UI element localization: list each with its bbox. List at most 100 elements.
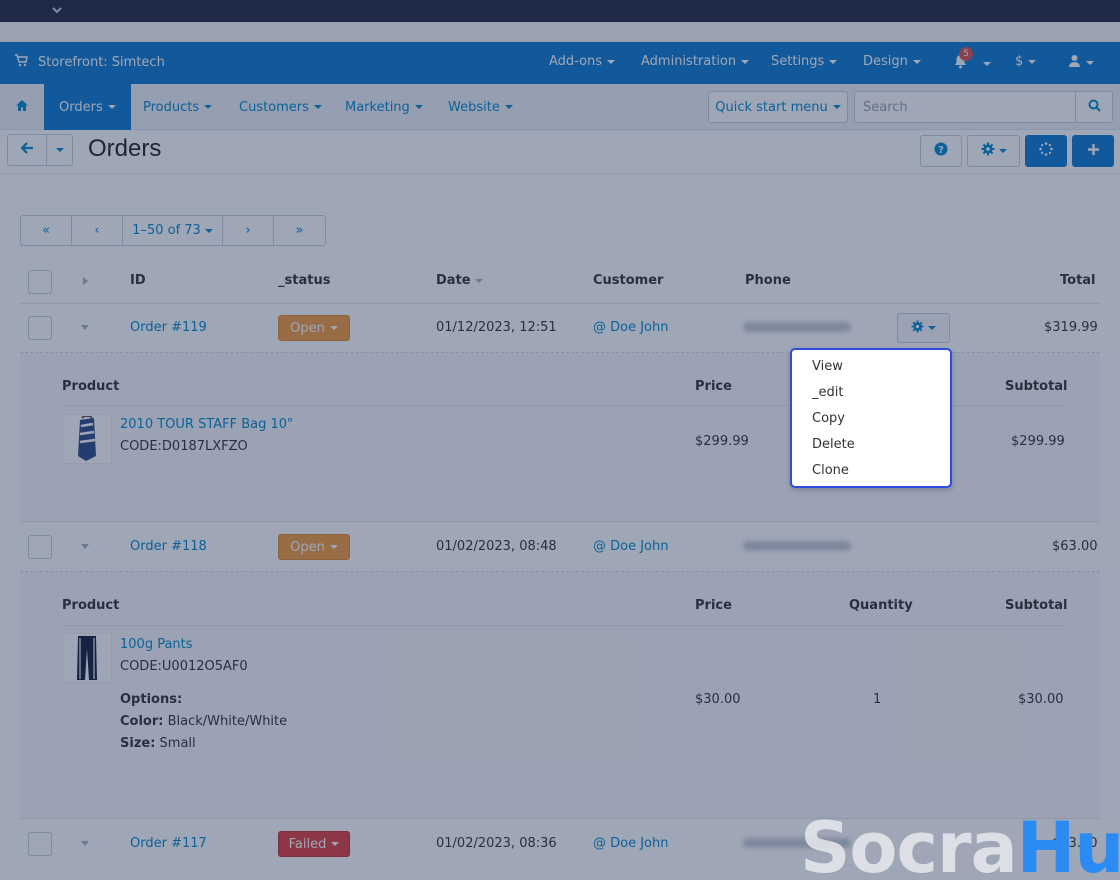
nav-website[interactable]: Website bbox=[433, 84, 528, 130]
quick-start-label: Quick start menu bbox=[715, 99, 828, 115]
caret-icon bbox=[912, 59, 921, 64]
caret-icon bbox=[504, 105, 513, 109]
currency-selector[interactable]: $ bbox=[1015, 54, 1037, 69]
menu-item-view[interactable]: View bbox=[792, 354, 950, 380]
menu-design[interactable]: Design bbox=[863, 54, 921, 69]
caret-icon bbox=[829, 59, 838, 64]
order-date: 01/02/2023, 08:36 bbox=[436, 836, 557, 851]
back-history-dropdown[interactable] bbox=[46, 134, 73, 166]
order-id-link[interactable]: Order #117 bbox=[130, 836, 207, 851]
product-price: $30.00 bbox=[695, 692, 741, 707]
cart-icon bbox=[14, 54, 28, 71]
pager-first[interactable]: « bbox=[21, 216, 72, 245]
watermark-logo: SocraHub bbox=[800, 808, 1120, 880]
home-icon bbox=[15, 99, 29, 116]
quick-start-menu-button[interactable]: Quick start menu bbox=[708, 91, 848, 123]
plus-icon bbox=[1087, 143, 1100, 160]
collapse-row-icon[interactable] bbox=[81, 841, 89, 846]
order-id-link[interactable]: Order #118 bbox=[130, 539, 207, 554]
caret-icon bbox=[55, 148, 64, 152]
caret-icon bbox=[107, 105, 116, 109]
row-actions-menu: View _edit Copy Delete Clone bbox=[790, 348, 952, 488]
pager-last[interactable]: » bbox=[274, 216, 325, 245]
pagination: « ‹ 1–50 of 73 › » bbox=[20, 215, 326, 246]
header-date[interactable]: Date bbox=[436, 273, 484, 288]
expand-all-icon[interactable] bbox=[83, 277, 88, 285]
caret-icon bbox=[313, 105, 322, 109]
add-order-button[interactable] bbox=[1072, 135, 1114, 167]
collapse-row-icon[interactable] bbox=[81, 325, 89, 330]
user-menu[interactable] bbox=[1068, 54, 1094, 72]
select-all-checkbox[interactable] bbox=[28, 270, 52, 294]
help-button[interactable]: ? bbox=[920, 135, 962, 167]
row-actions-button[interactable] bbox=[897, 313, 950, 343]
caret-icon bbox=[329, 326, 338, 330]
storefront-selector[interactable]: Storefront: Simtech bbox=[14, 54, 165, 71]
collapse-row-icon[interactable] bbox=[81, 544, 89, 549]
option-color: Color: Black/White/White bbox=[120, 714, 287, 729]
product-price: $299.99 bbox=[695, 434, 749, 449]
settings-dropdown-button[interactable] bbox=[967, 135, 1020, 167]
menu-administration[interactable]: Administration bbox=[641, 54, 750, 69]
product-quantity: 1 bbox=[873, 692, 882, 707]
header-total[interactable]: Total bbox=[1060, 273, 1096, 288]
chevron-down-icon[interactable] bbox=[50, 3, 64, 17]
golf-bag-image bbox=[78, 416, 96, 461]
status-dropdown[interactable]: Open bbox=[278, 534, 350, 560]
menu-item-copy[interactable]: Copy bbox=[792, 406, 950, 432]
row-divider bbox=[20, 521, 1100, 522]
search-button[interactable] bbox=[1075, 91, 1113, 123]
menu-settings[interactable]: Settings bbox=[771, 54, 838, 69]
page-title: Orders bbox=[88, 135, 162, 162]
nav-marketing[interactable]: Marketing bbox=[330, 84, 438, 130]
caret-icon bbox=[204, 228, 213, 233]
spinner-icon bbox=[1039, 142, 1053, 160]
refresh-button[interactable] bbox=[1025, 135, 1067, 167]
customer-link[interactable]: @ Doe John bbox=[593, 320, 669, 335]
watermark-part2: Hub bbox=[1016, 807, 1120, 880]
customer-link[interactable]: @ Doe John bbox=[593, 836, 669, 851]
back-button[interactable] bbox=[7, 134, 47, 166]
menu-add-ons[interactable]: Add-ons bbox=[549, 54, 616, 69]
row-checkbox[interactable] bbox=[28, 535, 52, 559]
pager-next[interactable]: › bbox=[223, 216, 274, 245]
search-icon bbox=[1088, 99, 1101, 116]
menu-item-delete[interactable]: Delete bbox=[792, 432, 950, 458]
row-checkbox[interactable] bbox=[28, 832, 52, 856]
status-dropdown[interactable]: Failed bbox=[278, 831, 350, 857]
caret-icon bbox=[329, 545, 338, 549]
header-id[interactable]: ID bbox=[130, 273, 146, 288]
pager-range[interactable]: 1–50 of 73 bbox=[123, 216, 223, 245]
product-subtotal: $299.99 bbox=[1011, 434, 1065, 449]
caret-icon bbox=[331, 842, 340, 846]
user-icon bbox=[1068, 54, 1081, 72]
product-code: CODE:D0187LXFZO bbox=[120, 439, 248, 454]
header-phone[interactable]: Phone bbox=[745, 273, 791, 288]
header-customer[interactable]: Customer bbox=[593, 273, 663, 288]
nav-customers[interactable]: Customers bbox=[224, 84, 337, 130]
header-status[interactable]: _status bbox=[278, 273, 330, 288]
order-total: $63.00 bbox=[1052, 539, 1098, 554]
nav-orders[interactable]: Orders bbox=[44, 84, 131, 130]
home-button[interactable] bbox=[0, 84, 44, 130]
header-divider bbox=[20, 303, 1100, 304]
caret-icon bbox=[607, 59, 616, 64]
order-id-link[interactable]: Order #119 bbox=[130, 320, 207, 335]
details-header-quantity: Quantity bbox=[849, 598, 913, 613]
search-input[interactable] bbox=[854, 91, 1076, 123]
gear-icon bbox=[981, 142, 995, 160]
status-dropdown[interactable]: Open bbox=[278, 315, 350, 341]
product-link[interactable]: 2010 TOUR STAFF Bag 10" bbox=[120, 417, 293, 432]
menu-item-edit[interactable]: _edit bbox=[792, 380, 950, 406]
caret-icon bbox=[414, 105, 423, 109]
pager-prev[interactable]: ‹ bbox=[72, 216, 123, 245]
product-link[interactable]: 100g Pants bbox=[120, 637, 193, 652]
details-header-subtotal: Subtotal bbox=[1005, 598, 1068, 613]
product-thumbnail bbox=[62, 414, 112, 464]
customer-link[interactable]: @ Doe John bbox=[593, 539, 669, 554]
menu-item-clone[interactable]: Clone bbox=[792, 458, 950, 484]
row-checkbox[interactable] bbox=[28, 316, 52, 340]
menu-label: Administration bbox=[641, 54, 737, 69]
caret-icon bbox=[998, 149, 1007, 153]
nav-products[interactable]: Products bbox=[128, 84, 227, 130]
